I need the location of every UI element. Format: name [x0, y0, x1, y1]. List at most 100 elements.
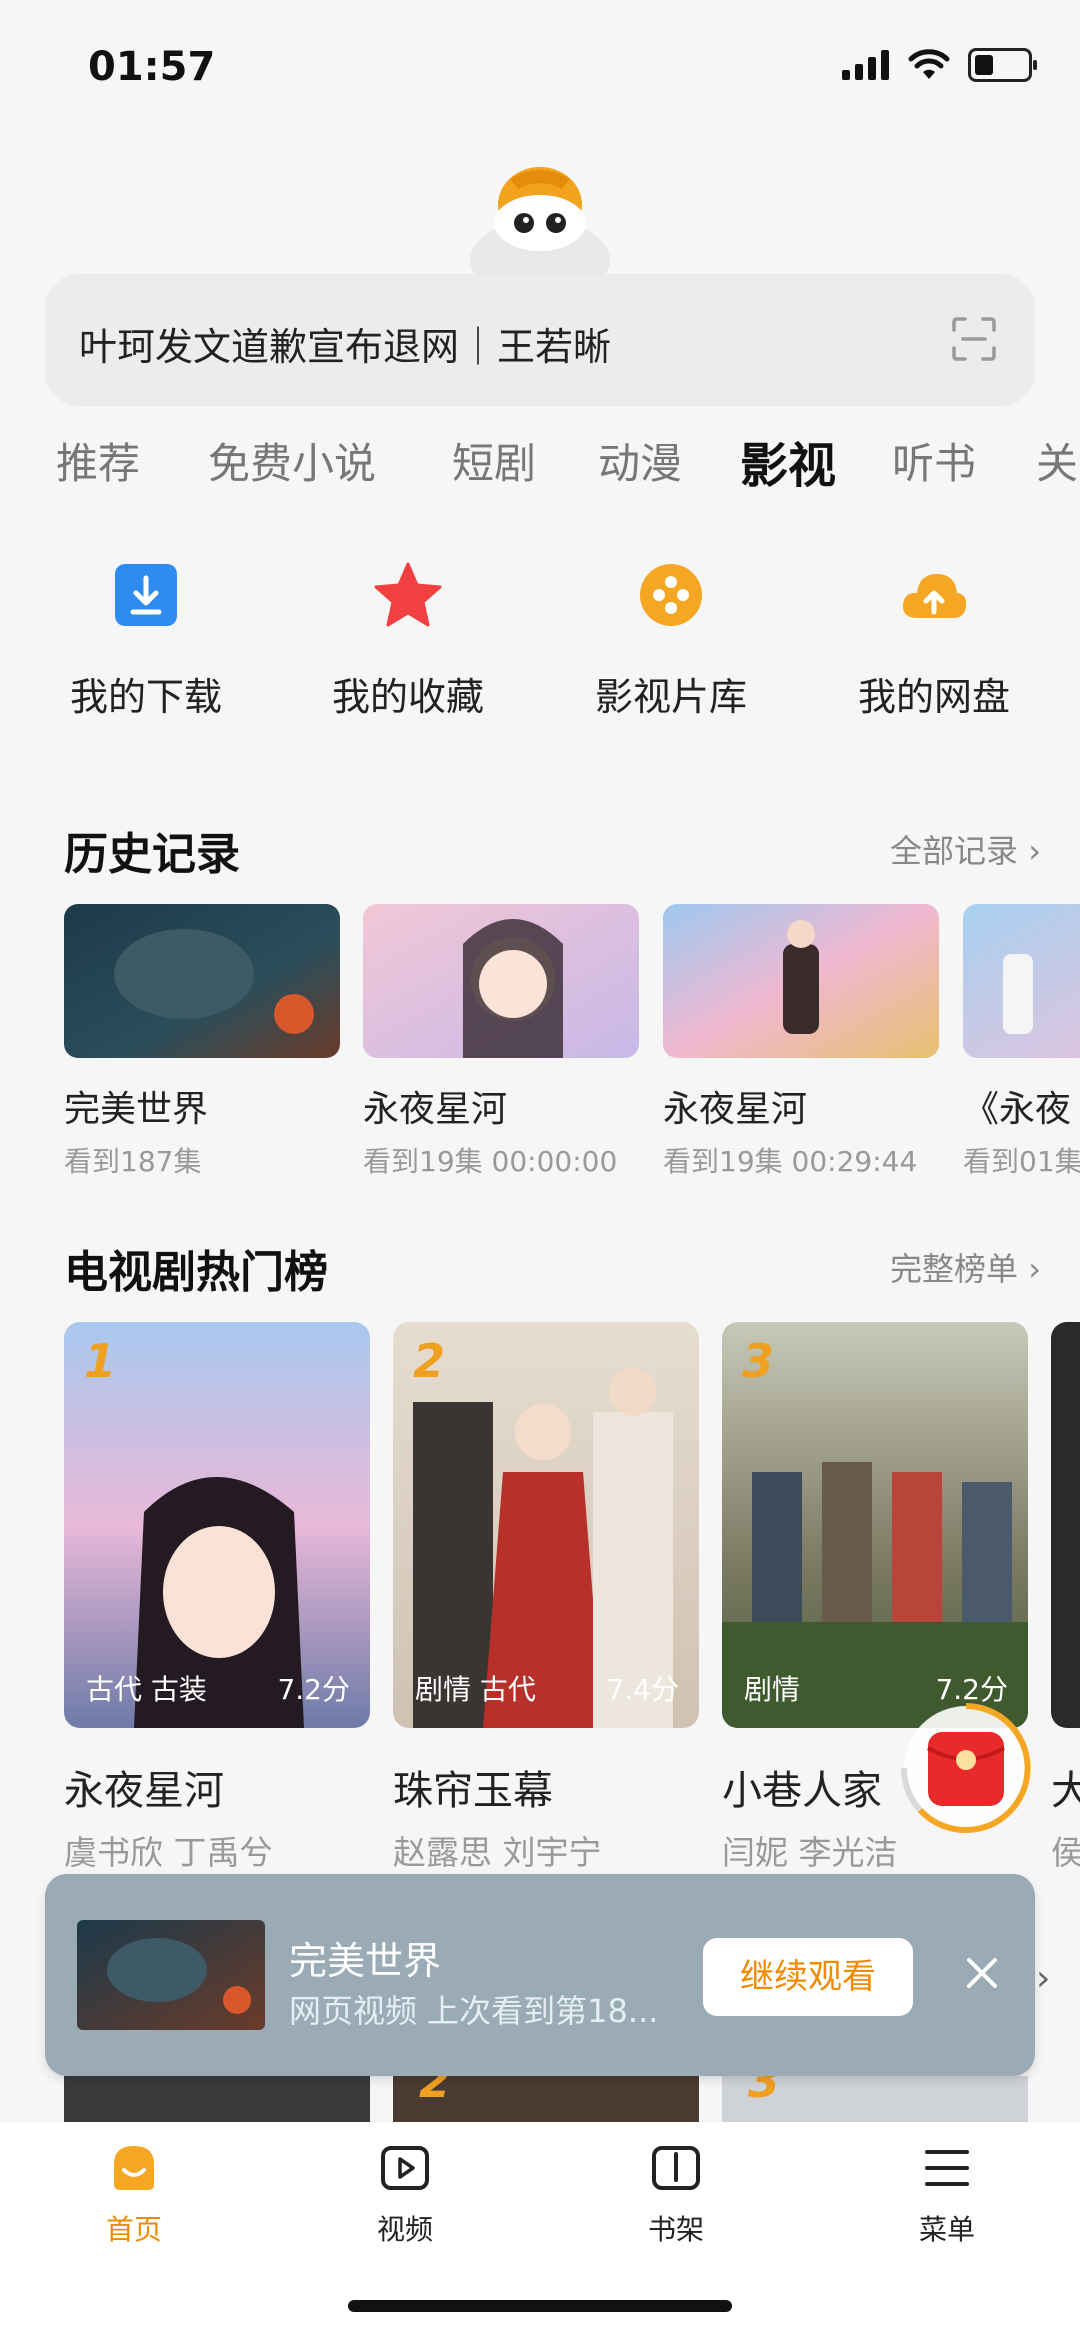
ranking-actors: 侯 — [1051, 1833, 1080, 1872]
rank-number: 2 — [419, 2076, 452, 2108]
continue-subtitle: 网页视频 上次看到第18... — [289, 1992, 659, 2030]
history-progress: 看到19集 00:00:00 — [363, 1145, 618, 1178]
ranking-actors: 虞书欣 丁禹兮 — [64, 1833, 273, 1872]
history-item[interactable]: 永夜星河 看到19集 00:00:00 — [363, 904, 639, 1180]
tool-label: 我的网盘 — [857, 675, 1010, 719]
genre-tags: 剧情 古代 — [415, 1673, 536, 1706]
star-icon — [374, 562, 442, 627]
tab-short-drama[interactable]: 短剧 — [452, 430, 536, 490]
home-icon — [114, 2146, 154, 2190]
status-icons — [842, 48, 1037, 82]
chevron-right-icon: › — [1036, 1958, 1051, 1999]
history-thumbnail — [64, 904, 340, 1058]
tab-label: 书架 — [647, 2213, 704, 2246]
tool-film-library[interactable]: 影视片库 — [571, 560, 771, 721]
tab-video[interactable]: 视频 — [335, 2140, 475, 2248]
tab-bookshelf[interactable]: 书架 — [606, 2140, 746, 2248]
history-item[interactable]: 永夜星河 看到19集 00:29:44 — [663, 904, 939, 1180]
ranking-poster: 2 剧情 古代 7.4分 — [393, 1322, 699, 1728]
bookshelf-icon — [652, 2146, 700, 2190]
history-progress: 看到01集 — [963, 1145, 1080, 1178]
cloud-upload-icon — [902, 574, 967, 618]
wifi-icon — [908, 49, 950, 79]
mascot-logo[interactable] — [450, 165, 630, 277]
history-name: 永夜星河 — [363, 1089, 508, 1130]
genre-tags: 剧情 — [744, 1673, 801, 1706]
ranking-poster-peek: 3 — [722, 2076, 1028, 2122]
ranking-poster-peek — [64, 2076, 370, 2122]
close-icon[interactable] — [957, 1948, 1007, 1998]
score-badge: 7.2分 — [277, 1673, 350, 1706]
home-indicator — [348, 2300, 732, 2312]
tab-movies-tv[interactable]: 影视 — [740, 430, 836, 490]
tool-my-cloud[interactable]: 我的网盘 — [834, 560, 1034, 721]
tab-audiobook[interactable]: 听书 — [892, 430, 976, 490]
history-name: 永夜星河 — [663, 1089, 808, 1130]
chevron-right-icon: › — [1028, 1250, 1041, 1288]
history-thumbnail — [663, 904, 939, 1058]
ranking-poster — [1051, 1322, 1080, 1728]
tool-my-downloads[interactable]: 我的下载 — [46, 560, 246, 721]
ranking-item[interactable]: 大 侯 — [1051, 1322, 1080, 1874]
tool-my-favorites[interactable]: 我的收藏 — [308, 560, 508, 721]
tab-free-novel[interactable]: 免费小说 — [208, 430, 376, 490]
chevron-right-icon: › — [1028, 832, 1041, 870]
continue-title: 完美世界 — [289, 1939, 442, 1983]
rank-number: 3 — [742, 1334, 775, 1388]
ranking-poster: 1 古代 古装 7.2分 — [64, 1322, 370, 1728]
tool-label: 影视片库 — [594, 675, 747, 719]
ranking-title: 电视剧热门榜 — [64, 1247, 328, 1298]
history-item[interactable]: 完美世界 看到187集 — [64, 904, 340, 1180]
film-reel-icon — [640, 564, 702, 626]
ranking-item[interactable]: 2 剧情 古代 7.4分 珠帘玉幕 赵露思 刘宇宁 — [393, 1322, 699, 1874]
continue-thumbnail — [77, 1920, 265, 2030]
ranking-poster-peek: 2 — [393, 2076, 699, 2122]
tab-anime[interactable]: 动漫 — [598, 430, 682, 490]
all-history-link[interactable]: 全部记录 › — [890, 826, 1041, 872]
history-title: 历史记录 — [64, 829, 240, 880]
full-ranking-link[interactable]: 完整榜单 › — [890, 1244, 1041, 1290]
history-name: 《永夜 — [963, 1089, 1072, 1130]
tool-label: 我的收藏 — [331, 675, 484, 719]
tab-label: 首页 — [105, 2213, 162, 2246]
menu-icon — [925, 2150, 969, 2186]
ranking-name: 珠帘玉幕 — [393, 1768, 553, 1814]
history-name: 完美世界 — [64, 1089, 209, 1130]
continue-watching-banner[interactable]: 完美世界 网页视频 上次看到第18... 继续观看 — [45, 1874, 1035, 2076]
search-input[interactable]: 叶珂发文道歉宣布退网｜王若晰 — [79, 316, 611, 371]
battery-icon — [968, 48, 1037, 82]
history-progress: 看到19集 00:29:44 — [663, 1145, 918, 1178]
rank-number: 3 — [748, 2076, 781, 2108]
tab-follow[interactable]: 关 — [1036, 430, 1078, 490]
category-tabs: 推荐 免费小说 短剧 动漫 影视 听书 关 — [0, 430, 1080, 490]
history-item[interactable]: 《永夜 看到01集 — [963, 904, 1080, 1180]
download-icon — [115, 564, 177, 626]
video-play-icon — [381, 2146, 429, 2190]
cellular-signal-icon — [842, 50, 889, 80]
tab-home[interactable]: 首页 — [64, 2140, 204, 2248]
rank-number: 2 — [413, 1334, 446, 1388]
tab-menu[interactable]: 菜单 — [877, 2140, 1017, 2248]
red-envelope-button[interactable] — [898, 1700, 1034, 1836]
status-time: 01:57 — [88, 44, 216, 90]
ranking-actors: 赵露思 刘宇宁 — [393, 1833, 602, 1872]
continue-watching-button[interactable]: 继续观看 — [703, 1938, 913, 2016]
ranking-name: 大 — [1051, 1768, 1080, 1814]
history-thumbnail — [963, 904, 1080, 1058]
ranking-name: 永夜星河 — [64, 1768, 224, 1814]
ranking-poster: 3 剧情 7.2分 — [722, 1322, 1028, 1728]
red-envelope-icon — [900, 1703, 1031, 1833]
tab-label: 菜单 — [918, 2213, 975, 2246]
history-progress: 看到187集 — [64, 1145, 202, 1178]
scan-icon[interactable] — [951, 316, 997, 362]
tab-recommend[interactable]: 推荐 — [56, 430, 140, 490]
tool-label: 我的下载 — [69, 675, 222, 719]
all-history-label: 全部记录 — [890, 832, 1019, 870]
full-ranking-label: 完整榜单 — [890, 1250, 1019, 1288]
history-thumbnail — [363, 904, 639, 1058]
tab-label: 视频 — [376, 2213, 433, 2246]
ranking-item[interactable]: 1 古代 古装 7.2分 永夜星河 虞书欣 丁禹兮 — [64, 1322, 370, 1874]
search-bar[interactable]: 叶珂发文道歉宣布退网｜王若晰 — [45, 274, 1035, 406]
rank-number: 1 — [84, 1334, 117, 1388]
genre-tags: 古代 古装 — [86, 1673, 207, 1706]
